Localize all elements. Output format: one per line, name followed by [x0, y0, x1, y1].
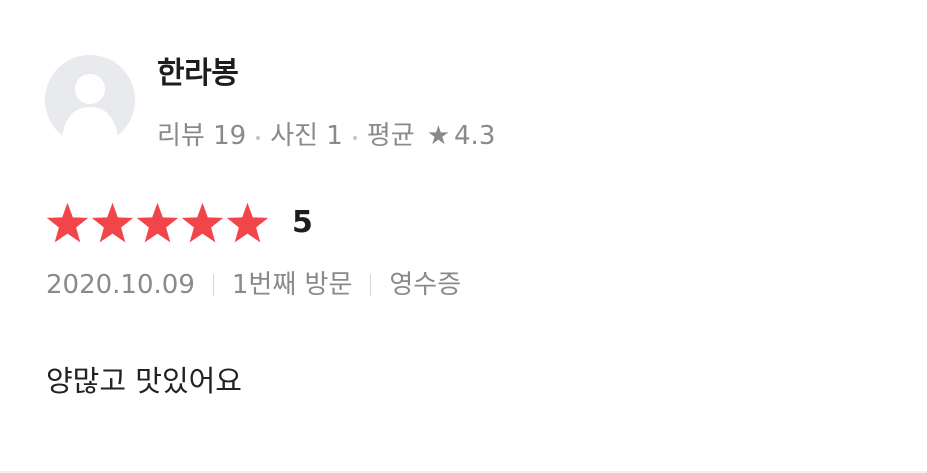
- average-label: 평균: [366, 121, 415, 151]
- receipt-verification: 영수증: [389, 270, 462, 300]
- review-text: 양많고 맛있어요: [46, 364, 242, 398]
- reviewer-name[interactable]: 한라봉: [157, 54, 239, 94]
- visit-count: 1번째 방문: [231, 270, 353, 300]
- star-icon: [180, 201, 225, 246]
- review-meta: 2020.10.09 1번째 방문 영수증: [46, 265, 461, 305]
- review-date: 2020.10.09: [46, 270, 195, 300]
- star-rating: [45, 201, 270, 246]
- rating-row: 5: [45, 199, 313, 247]
- average-rating-value: 4.3: [454, 121, 496, 151]
- default-profile-icon: [45, 55, 135, 145]
- separator-dot: [256, 136, 261, 140]
- meta-divider: [370, 274, 372, 296]
- reviewer-stats: 리뷰 19 사진 1 평균 ★ 4.3: [157, 116, 495, 156]
- meta-divider: [212, 274, 214, 296]
- photo-count: 사진 1: [270, 121, 343, 151]
- average-star-icon: ★: [426, 121, 451, 151]
- review-count: 리뷰 19: [157, 121, 247, 151]
- star-icon: [90, 201, 135, 246]
- star-icon: [135, 201, 180, 246]
- avatar[interactable]: [45, 55, 135, 145]
- star-icon: [45, 201, 90, 246]
- star-icon: [225, 201, 270, 246]
- rating-value: 5: [292, 205, 313, 240]
- separator-dot: [352, 136, 357, 140]
